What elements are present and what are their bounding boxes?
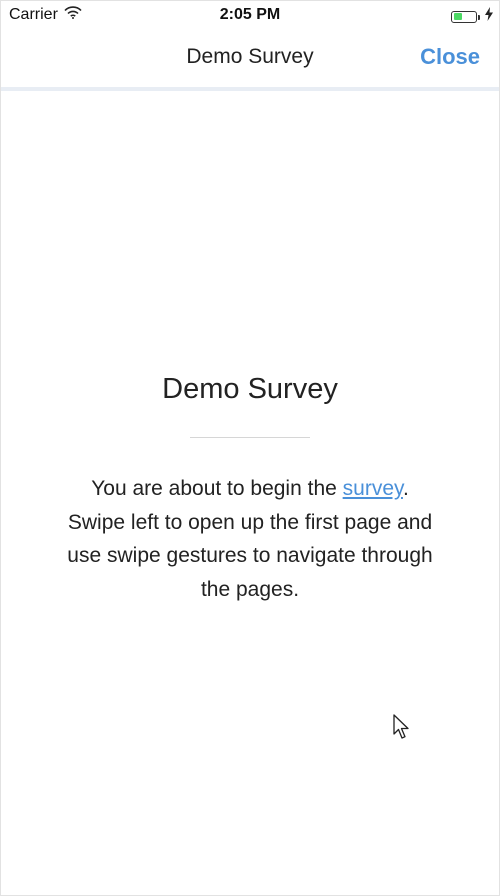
status-right: [451, 7, 493, 26]
status-bar: Carrier 2:05 PM: [1, 1, 499, 29]
charging-bolt-icon: [485, 7, 493, 26]
battery-level-fill: [453, 13, 462, 20]
title-divider: [190, 437, 310, 438]
navigation-bar: Demo Survey Close: [1, 29, 499, 91]
intro-text: You are about to begin the survey. Swipe…: [60, 472, 440, 606]
close-button[interactable]: Close: [420, 44, 480, 70]
app-screen: Carrier 2:05 PM Demo Survey Close Demo S…: [0, 0, 500, 896]
intro-text-start: You are about to begin the: [91, 477, 343, 500]
status-time: 2:05 PM: [219, 6, 281, 23]
survey-link[interactable]: survey: [343, 477, 403, 500]
battery-icon: [451, 10, 480, 23]
mouse-cursor-icon: [393, 714, 411, 745]
survey-intro: Demo Survey You are about to begin the s…: [1, 373, 499, 606]
survey-title: Demo Survey: [162, 373, 338, 405]
